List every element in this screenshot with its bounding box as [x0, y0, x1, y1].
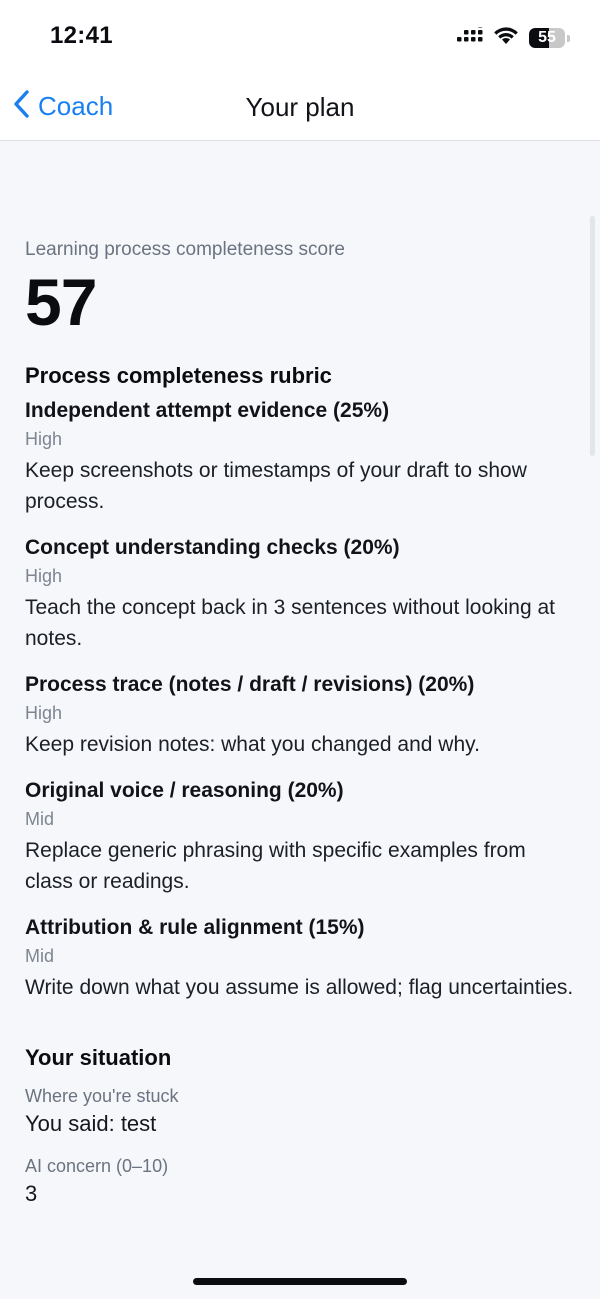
battery-tip: [567, 34, 570, 42]
rubric-list: Independent attempt evidence (25%) High …: [25, 397, 575, 1003]
situation-title: Your situation: [25, 1045, 172, 1070]
rubric-item-tip: Keep revision notes: what you changed an…: [25, 733, 480, 756]
rubric-item-title: Independent attempt evidence (25%): [25, 399, 390, 422]
page-title: Your plan: [245, 92, 355, 122]
status-bar: 12:41 55: [0, 0, 600, 72]
score-caption: Learning process completeness score: [25, 239, 346, 260]
status-icons: 55: [457, 22, 570, 50]
rubric-item-level: High: [25, 566, 63, 586]
rubric-item-title: Process trace (notes / draft / revisions…: [25, 673, 475, 696]
rubric-item-tip: Keep screenshots or timestamps of your d…: [25, 459, 527, 513]
rubric-item-title: Concept understanding checks (20%): [25, 536, 400, 559]
battery-icon: 55: [529, 28, 565, 48]
score-value: 57: [25, 265, 97, 339]
rubric-item: Concept understanding checks (20%) High …: [25, 534, 575, 654]
wifi-icon: [493, 26, 519, 50]
stuck-label: Where you're stuck: [25, 1086, 179, 1106]
rubric-item-level: High: [25, 429, 63, 449]
scroll-indicator[interactable]: [590, 216, 595, 456]
rubric-item: Process trace (notes / draft / revisions…: [25, 671, 575, 760]
plan-content: Learning process completeness score 57 P…: [25, 237, 575, 1209]
ai-concern-label: AI concern (0–10): [25, 1156, 169, 1176]
rubric-title: Process completeness rubric: [25, 363, 332, 388]
status-time: 12:41: [50, 22, 113, 49]
rubric-item-title: Attribution & rule alignment (15%): [25, 916, 365, 939]
rubric-item-level: Mid: [25, 809, 55, 829]
navigation-bar: Coach Your plan: [0, 72, 600, 141]
rubric-item: Attribution & rule alignment (15%) Mid W…: [25, 914, 575, 1003]
cellular-signal-icon: [457, 22, 483, 50]
home-indicator[interactable]: [193, 1278, 407, 1285]
ai-concern-value: 3: [25, 1181, 38, 1206]
rubric-item-title: Original voice / reasoning (20%): [25, 779, 344, 802]
rubric-item-level: High: [25, 703, 63, 723]
rubric-item: Original voice / reasoning (20%) Mid Rep…: [25, 777, 575, 897]
rubric-item-tip: Teach the concept back in 3 sentences wi…: [25, 596, 556, 650]
rubric-item-tip: Replace generic phrasing with specific e…: [25, 839, 526, 893]
rubric-item-tip: Write down what you assume is allowed; f…: [25, 976, 574, 999]
stuck-value: You said: test: [25, 1111, 157, 1136]
rubric-item-level: Mid: [25, 946, 55, 966]
battery-percent: 55: [538, 29, 556, 46]
rubric-item: Independent attempt evidence (25%) High …: [25, 397, 575, 517]
